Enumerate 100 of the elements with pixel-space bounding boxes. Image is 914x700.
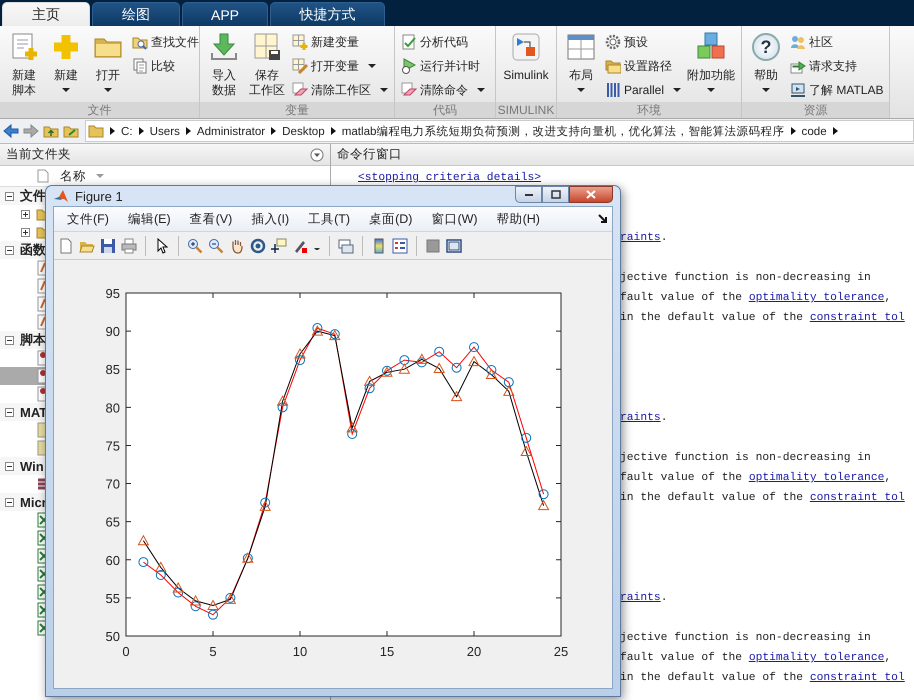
triangle-marker [364, 375, 376, 386]
collapse-icon[interactable] [5, 462, 14, 470]
tab[interactable]: 绘图 [92, 2, 180, 26]
folder-icon [88, 123, 104, 139]
ribbon-button[interactable]: 请求支持 [788, 54, 886, 78]
tab[interactable]: 快捷方式 [270, 2, 385, 26]
link[interactable]: constraint tol [810, 672, 905, 684]
menu-item[interactable]: 文件(F) [58, 208, 118, 230]
ribbon-button[interactable]: 分析代码 [399, 30, 487, 54]
print-icon[interactable] [121, 238, 137, 254]
collapse-icon[interactable] [5, 336, 14, 344]
tab[interactable]: APP [182, 2, 268, 26]
column-header[interactable]: 名称 [60, 168, 86, 184]
play-clock-icon [401, 58, 417, 74]
collapse-icon[interactable] [5, 408, 14, 416]
breadcrumb[interactable]: C: [121, 124, 133, 138]
link[interactable]: optimality tolerance [748, 472, 884, 484]
expand-icon[interactable] [21, 210, 30, 218]
minimize-icon [524, 194, 532, 196]
group-label: 变量 [200, 102, 394, 118]
circle-marker [173, 588, 184, 598]
ribbon-button[interactable]: 新建变量 [290, 30, 390, 54]
back-arrow-icon[interactable] [3, 123, 19, 139]
ribbon-button[interactable]: Simulink [500, 29, 552, 102]
zoom-out-icon[interactable] [208, 238, 224, 254]
zoom-in-icon[interactable] [187, 238, 203, 254]
breadcrumb[interactable]: Administrator [196, 124, 266, 138]
expand-icon[interactable] [21, 228, 30, 236]
ribbon-button[interactable]: 导入 数据 [204, 29, 244, 102]
ribbon-button[interactable]: 附加功能 [685, 29, 737, 102]
menu-item[interactable]: 工具(T) [299, 208, 360, 230]
console-text: in the default value of the [620, 672, 804, 684]
ribbon-button[interactable]: 新建 [46, 29, 86, 102]
ribbon-button[interactable]: 新建 脚本 [4, 29, 44, 102]
window-icon[interactable] [446, 238, 462, 254]
rotate-icon[interactable] [250, 238, 266, 254]
documents-icon [132, 58, 148, 74]
ribbon-button[interactable]: 打开 [88, 29, 128, 102]
ribbon-button[interactable]: 了解 MATLAB [788, 78, 886, 102]
save-icon[interactable] [100, 238, 116, 254]
circle-marker [347, 429, 358, 439]
collapse-icon[interactable] [5, 192, 14, 200]
ribbon-button[interactable]: 运行并计时 [399, 54, 487, 78]
breadcrumb[interactable]: matlab编程电力系统短期负荷预测，改进支持向量机，优化算法，智能算法源码程序 [342, 124, 785, 138]
link[interactable]: <stopping criteria details> [358, 172, 542, 184]
path-field[interactable]: C: Users Administrator Desktop matlab编程电力系统短期负荷预测，改进支持向量机，优化算法，智能算法源码程序 code [85, 120, 914, 142]
triangle-marker [154, 561, 167, 572]
link[interactable]: raints [620, 412, 661, 424]
collapse-icon[interactable] [5, 498, 14, 506]
link[interactable]: constraint tol [810, 312, 905, 324]
breadcrumb[interactable]: Users [150, 124, 180, 138]
menu-item[interactable]: 查看(V) [180, 208, 242, 230]
maximize-button[interactable] [542, 186, 569, 203]
data-cursor-icon[interactable] [271, 238, 287, 254]
link[interactable]: raints [620, 232, 661, 244]
ribbon-button[interactable]: 清除工作区 [290, 78, 390, 102]
tree-row[interactable] [0, 367, 45, 385]
x-tick-label: 5 [209, 644, 217, 659]
ribbon-button[interactable]: ? 帮助 [746, 29, 786, 102]
forward-arrow-icon[interactable] [23, 123, 39, 139]
ribbon-button[interactable]: 查找文件 [130, 30, 201, 54]
ribbon-button[interactable]: 比较 [130, 54, 201, 78]
eraser-icon [292, 82, 308, 98]
ribbon-button[interactable]: 打开变量 [290, 54, 390, 78]
link-icon[interactable] [338, 238, 354, 254]
menu-item[interactable]: 编辑(E) [118, 208, 180, 230]
link[interactable]: constraint tol [810, 492, 905, 504]
menu-item[interactable]: 插入(I) [242, 208, 298, 230]
legend-icon[interactable] [392, 238, 408, 254]
console-text: . [660, 232, 668, 244]
spreadsheet-icon [36, 530, 45, 546]
dock-icon[interactable] [598, 214, 608, 224]
link[interactable]: optimality tolerance [748, 292, 884, 304]
dropdown-icon[interactable] [310, 148, 324, 162]
ribbon-button[interactable]: 布局 [561, 29, 601, 102]
menu-item[interactable]: 桌面(D) [360, 208, 422, 230]
minimize-button[interactable] [515, 186, 542, 203]
menu-item[interactable]: 窗口(W) [422, 208, 487, 230]
new-file-icon[interactable] [58, 238, 74, 254]
tab[interactable]: 主页 [2, 2, 90, 26]
ribbon-button[interactable]: 预设 [603, 30, 684, 54]
ribbon-button[interactable]: 清除命令 [399, 78, 487, 102]
circle-marker [399, 355, 410, 366]
console-text: . [660, 592, 668, 604]
menu-item[interactable]: 帮助(H) [488, 208, 549, 230]
ribbon-button[interactable]: Parallel [603, 78, 684, 102]
matlab-logo-icon [53, 188, 69, 204]
collapse-icon[interactable] [5, 246, 14, 254]
breadcrumb[interactable]: Desktop [282, 124, 325, 138]
circle-marker [138, 557, 148, 568]
x-tick-label: 10 [292, 644, 308, 659]
close-button[interactable] [569, 186, 613, 203]
ribbon-button[interactable]: 设置路径 [603, 54, 684, 78]
breadcrumb[interactable]: code [802, 124, 827, 138]
square-icon[interactable] [425, 238, 441, 254]
link[interactable]: optimality tolerance [748, 652, 884, 664]
console-text: in the default value of the [620, 312, 804, 324]
ribbon-button[interactable]: 社区 [788, 30, 886, 54]
ribbon-button[interactable]: 保存 工作区 [246, 29, 288, 102]
link[interactable]: raints [620, 592, 661, 604]
